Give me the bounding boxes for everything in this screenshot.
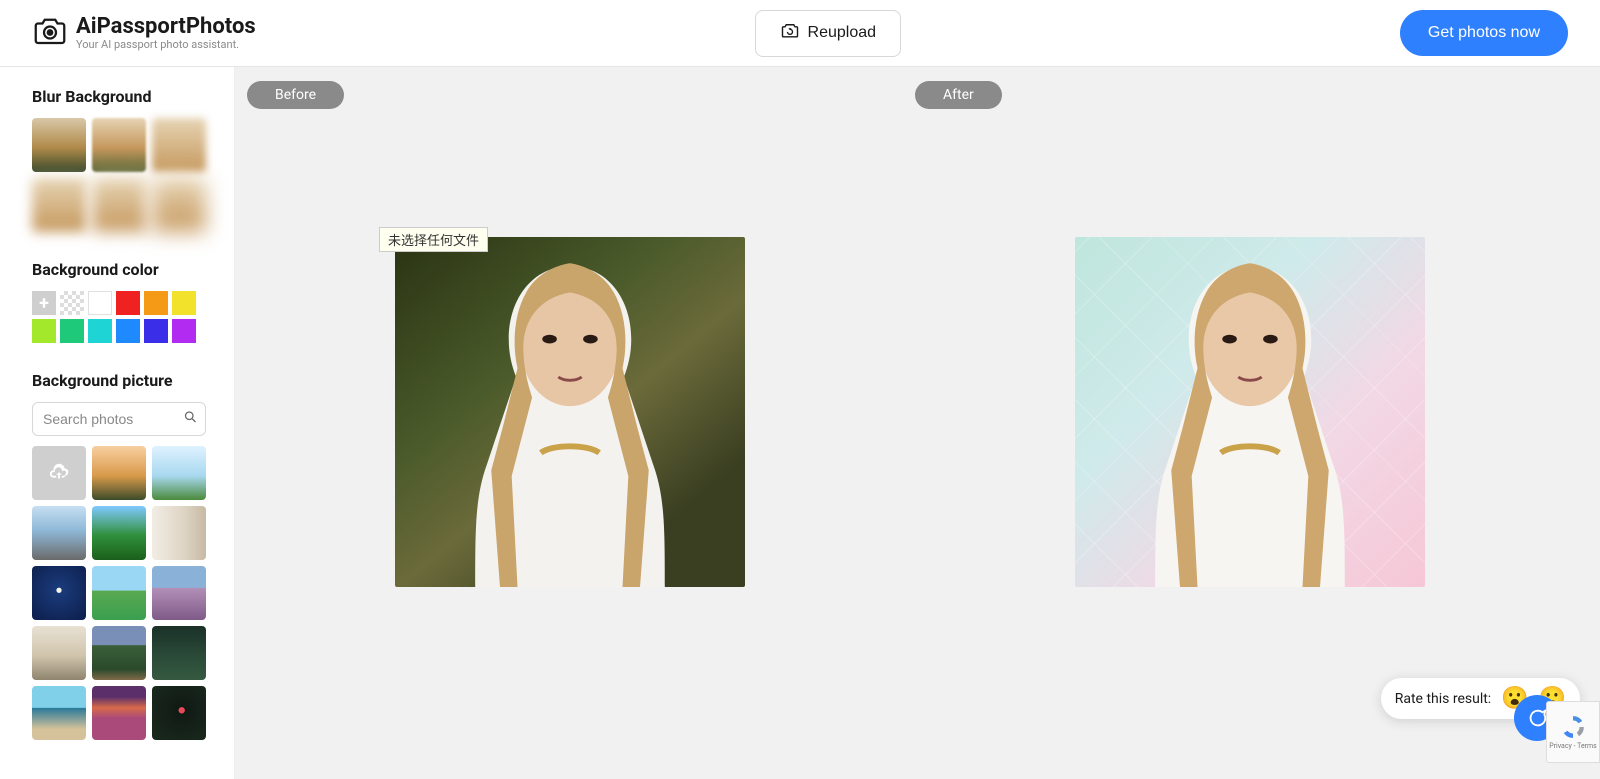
picture-thumb[interactable] <box>152 686 206 740</box>
after-label: After <box>915 81 1002 109</box>
picture-thumb[interactable] <box>92 506 146 560</box>
blur-thumb[interactable] <box>152 178 206 232</box>
portrait-icon <box>1089 237 1411 587</box>
brand-name: AiPassportPhotos <box>76 15 256 39</box>
picture-thumb[interactable] <box>92 446 146 500</box>
file-input-tooltip: 未选择任何文件 <box>379 227 488 252</box>
color-swatch-cyan[interactable] <box>88 319 112 343</box>
camera-logo-icon <box>32 13 68 53</box>
sidebar: Blur Background Background color + Backg… <box>0 67 235 779</box>
blur-section-title: Blur Background <box>32 87 206 106</box>
canvas: Before After 未选择任何文件 <box>235 67 1600 779</box>
color-swatch-blue[interactable] <box>116 319 140 343</box>
reupload-label: Reupload <box>808 24 877 42</box>
picture-thumb[interactable] <box>32 626 86 680</box>
blur-thumb[interactable] <box>152 118 206 172</box>
picture-thumb[interactable] <box>152 566 206 620</box>
color-add-button[interactable]: + <box>32 291 56 315</box>
camera-refresh-icon <box>780 21 800 46</box>
blur-thumb[interactable] <box>32 178 86 232</box>
blur-thumb[interactable] <box>92 118 146 172</box>
blur-thumb-grid <box>32 118 206 232</box>
color-swatch-transparent[interactable] <box>60 291 84 315</box>
rate-prompt-label: Rate this result: <box>1395 691 1491 707</box>
picture-thumb-grid <box>32 446 206 740</box>
logo[interactable]: AiPassportPhotos Your AI passport photo … <box>32 13 256 53</box>
picture-thumb[interactable] <box>152 446 206 500</box>
color-swatch-purple[interactable] <box>172 319 196 343</box>
color-swatch-green[interactable] <box>60 319 84 343</box>
blur-thumb[interactable] <box>92 178 146 232</box>
picture-thumb[interactable] <box>32 566 86 620</box>
before-image[interactable] <box>395 237 745 587</box>
reupload-button[interactable]: Reupload <box>755 10 902 57</box>
recaptcha-icon <box>1560 714 1586 740</box>
search-input[interactable] <box>32 402 206 436</box>
upload-picture-button[interactable] <box>32 446 86 500</box>
color-swatch-lime[interactable] <box>32 319 56 343</box>
picture-thumb[interactable] <box>92 566 146 620</box>
color-swatch-yellow[interactable] <box>172 291 196 315</box>
color-swatch-orange[interactable] <box>144 291 168 315</box>
color-grid: + <box>32 291 206 343</box>
picture-thumb[interactable] <box>92 626 146 680</box>
header: AiPassportPhotos Your AI passport photo … <box>0 0 1600 67</box>
get-photos-button[interactable]: Get photos now <box>1400 10 1568 56</box>
picture-thumb[interactable] <box>32 506 86 560</box>
search-icon[interactable] <box>183 410 198 429</box>
color-swatch-indigo[interactable] <box>144 319 168 343</box>
brand-tagline: Your AI passport photo assistant. <box>76 39 256 51</box>
picture-section-title: Background picture <box>32 371 206 390</box>
after-image[interactable] <box>1075 237 1425 587</box>
chat-icon <box>1526 707 1548 729</box>
recaptcha-badge[interactable]: Privacy - Terms <box>1546 701 1600 763</box>
blur-thumb[interactable] <box>32 118 86 172</box>
picture-thumb[interactable] <box>152 626 206 680</box>
before-label: Before <box>247 81 344 109</box>
color-swatch-red[interactable] <box>116 291 140 315</box>
color-section-title: Background color <box>32 260 206 279</box>
picture-thumb[interactable] <box>92 686 146 740</box>
color-swatch-white[interactable] <box>88 291 112 315</box>
picture-thumb[interactable] <box>32 686 86 740</box>
portrait-icon <box>409 237 731 587</box>
picture-thumb[interactable] <box>152 506 206 560</box>
